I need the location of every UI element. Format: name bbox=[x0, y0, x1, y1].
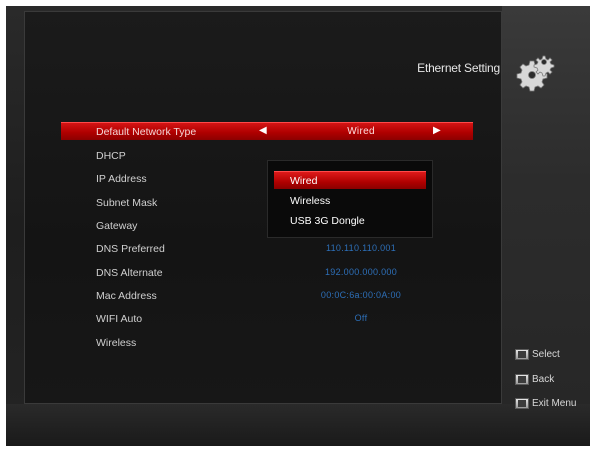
right-arrow-icon[interactable]: ▶ bbox=[433, 125, 441, 136]
dropdown-option-wireless[interactable]: Wireless bbox=[274, 192, 426, 210]
row-label: IP Address bbox=[96, 173, 147, 185]
hint-back-label: Back bbox=[532, 374, 555, 385]
row-value: 110.110.110.001 bbox=[325, 243, 397, 253]
hint-exit-menu: Exit Menu bbox=[515, 398, 576, 412]
row-value: Off bbox=[354, 313, 368, 323]
bottom-band bbox=[6, 404, 590, 446]
left-arrow-icon[interactable]: ◀ bbox=[259, 125, 267, 136]
page-title: Ethernet Setting bbox=[417, 61, 500, 75]
row-label: Gateway bbox=[96, 220, 138, 232]
row-mac-address[interactable]: Mac Address 00:0C:6a:00:0A:00 bbox=[61, 287, 473, 305]
network-type-dropdown[interactable]: Wired Wireless USB 3G Dongle bbox=[267, 160, 433, 238]
dropdown-option-wired[interactable]: Wired bbox=[274, 171, 426, 189]
gear-icon bbox=[516, 55, 555, 92]
row-dns-alternate[interactable]: DNS Alternate 192.000.000.000 bbox=[61, 264, 473, 282]
row-label: Wireless bbox=[96, 337, 137, 349]
row-label: DHCP bbox=[96, 150, 126, 162]
row-dns-preferred[interactable]: DNS Preferred 110.110.110.001 bbox=[61, 240, 473, 258]
row-wifi-auto[interactable]: WIFI Auto Off bbox=[61, 310, 473, 328]
hint-select-label: Select bbox=[532, 349, 560, 360]
row-label: Mac Address bbox=[96, 290, 157, 302]
row-value: 192.000.000.000 bbox=[324, 267, 398, 277]
row-label: Subnet Mask bbox=[96, 197, 158, 209]
row-default-network-type[interactable]: Default Network Type ◀ Wired ▶ bbox=[61, 122, 473, 140]
row-value: Wired bbox=[347, 126, 375, 137]
dropdown-option-usb-3g-dongle[interactable]: USB 3G Dongle bbox=[274, 212, 426, 230]
row-value: 00:0C:6a:00:0A:00 bbox=[320, 290, 402, 300]
row-label: Default Network Type bbox=[96, 126, 197, 138]
ok-key-icon bbox=[515, 349, 529, 360]
back-key-icon bbox=[515, 374, 529, 385]
row-label: WIFI Auto bbox=[96, 313, 143, 325]
row-label: DNS Alternate bbox=[96, 267, 163, 279]
hint-exit-label: Exit Menu bbox=[532, 398, 577, 409]
row-label: DNS Preferred bbox=[96, 243, 165, 255]
hint-select: Select bbox=[515, 349, 560, 363]
hint-back: Back bbox=[515, 374, 554, 388]
exit-key-icon bbox=[515, 398, 529, 409]
row-wireless[interactable]: Wireless bbox=[61, 334, 473, 352]
tv-screen: Ethernet Setting Default Network Type ◀ … bbox=[6, 6, 590, 446]
